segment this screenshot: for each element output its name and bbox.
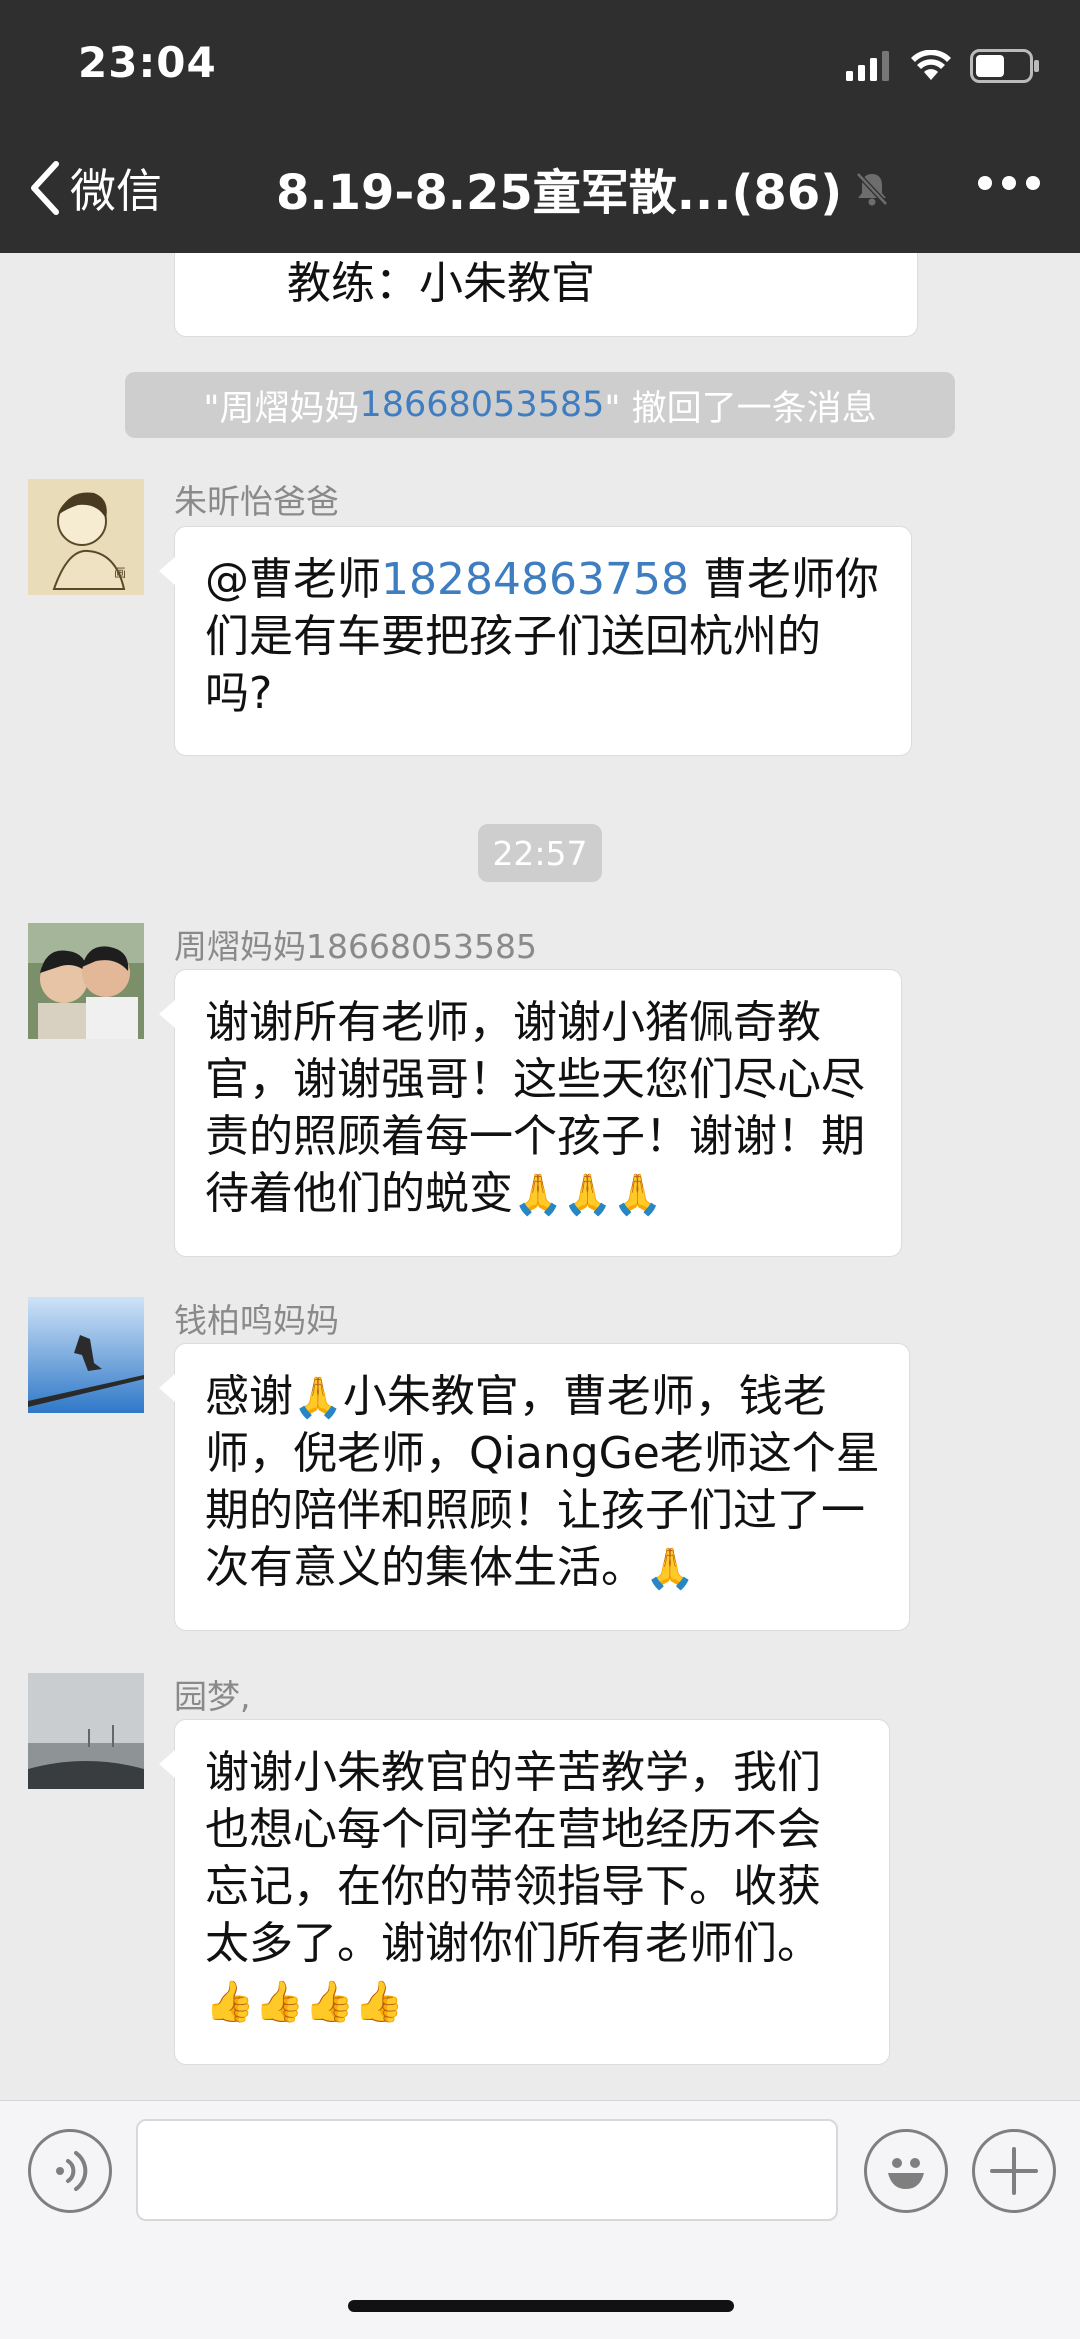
rainy-road-avatar-image xyxy=(28,1673,144,1789)
message-text-lead: 感谢 xyxy=(205,1371,293,1422)
more-dot-icon xyxy=(1002,176,1016,190)
home-indicator[interactable] xyxy=(348,2300,734,2312)
recall-notice-phone[interactable]: 18668053585 xyxy=(359,385,604,425)
chevron-left-icon xyxy=(31,161,59,215)
voice-icon xyxy=(56,2151,88,2191)
avatar[interactable]: 画 xyxy=(28,479,144,595)
wifi-icon xyxy=(911,50,951,80)
pray-emoji-icon: 🙏 xyxy=(645,1546,695,1592)
back-label: 微信 xyxy=(70,164,162,218)
sketch-avatar-image: 画 xyxy=(28,479,144,595)
more-dot-icon xyxy=(1026,176,1040,190)
mention-text: @曹老师 xyxy=(205,554,381,605)
chat-header: 23:04 微信 8.19-8.25童军散...(86) xyxy=(0,0,1080,253)
pray-emoji-icon: 🙏 xyxy=(293,1375,343,1421)
sender-name: 周熠妈妈18668053585 xyxy=(174,927,537,966)
timestamp: 22:57 xyxy=(478,824,602,882)
battery-icon xyxy=(970,49,1039,83)
message-bubble-partial[interactable]: 教练：小朱教官 xyxy=(174,253,918,337)
message-bubble[interactable]: @曹老师18284863758 曹老师你们是有车要把孩子们送回杭州的吗? xyxy=(159,526,912,756)
phone-link[interactable]: 18284863758 xyxy=(381,554,689,605)
message-bubble[interactable]: 谢谢小朱教官的辛苦教学，我们也想心每个同学在营地经历不会忘记，在你的带领指导下。… xyxy=(159,1719,890,2065)
svg-text:画: 画 xyxy=(114,566,126,580)
more-dot-icon xyxy=(978,176,992,190)
chat-title-text: 8.19-8.25童军散...(86) xyxy=(276,165,843,221)
message-list[interactable]: 教练：小朱教官 "周熠妈妈 18668053585 " 撤回了一条消息 画 朱昕怡爸… xyxy=(0,253,1080,2100)
status-icons xyxy=(846,46,1040,86)
cellular-signal-icon xyxy=(846,51,889,81)
more-options-button[interactable] xyxy=(978,176,1040,190)
message-text: 教练：小朱教官 xyxy=(287,258,595,309)
voice-button[interactable] xyxy=(28,2129,112,2213)
message-input[interactable] xyxy=(136,2119,838,2221)
thumbs-up-emoji-icon: 👍👍👍👍 xyxy=(205,1979,405,2025)
status-time: 23:04 xyxy=(78,38,217,87)
avatar[interactable] xyxy=(28,1673,144,1789)
sender-name: 钱柏鸣妈妈 xyxy=(174,1301,339,1340)
sky-photo-avatar-image xyxy=(28,1297,144,1413)
message-bubble[interactable]: 感谢🙏小朱教官，曹老师，钱老师，倪老师，QiangGe老师这个星期的陪伴和照顾！… xyxy=(159,1343,910,1631)
add-button[interactable] xyxy=(972,2129,1056,2213)
smiley-icon xyxy=(888,2158,924,2189)
avatar[interactable] xyxy=(28,923,144,1039)
mute-bell-icon xyxy=(856,172,888,206)
recall-notice-prefix: "周熠妈妈 xyxy=(203,388,360,429)
message-text: 谢谢小朱教官的辛苦教学，我们也想心每个同学在营地经历不会忘记，在你的带领指导下。… xyxy=(205,1747,821,1969)
plus-icon xyxy=(990,2147,1038,2195)
emoji-button[interactable] xyxy=(864,2129,948,2213)
message-bubble[interactable]: 谢谢所有老师，谢谢小猪佩奇教官，谢谢强哥！这些天您们尽心尽责的照顾着每一个孩子！… xyxy=(159,969,902,1257)
recall-notice: "周熠妈妈 18668053585 " 撤回了一条消息 xyxy=(125,372,955,438)
sender-name: 朱昕怡爸爸 xyxy=(174,482,339,521)
back-button[interactable]: 微信 xyxy=(26,158,162,218)
avatar[interactable] xyxy=(28,1297,144,1413)
chat-title: 8.19-8.25童军散...(86) xyxy=(276,158,892,221)
recall-notice-suffix: " 撤回了一条消息 xyxy=(604,388,877,429)
children-photo-avatar-image xyxy=(28,923,144,1039)
sender-name: 园梦, xyxy=(174,1677,251,1716)
pray-emoji-icon: 🙏🙏🙏 xyxy=(513,1172,663,1218)
